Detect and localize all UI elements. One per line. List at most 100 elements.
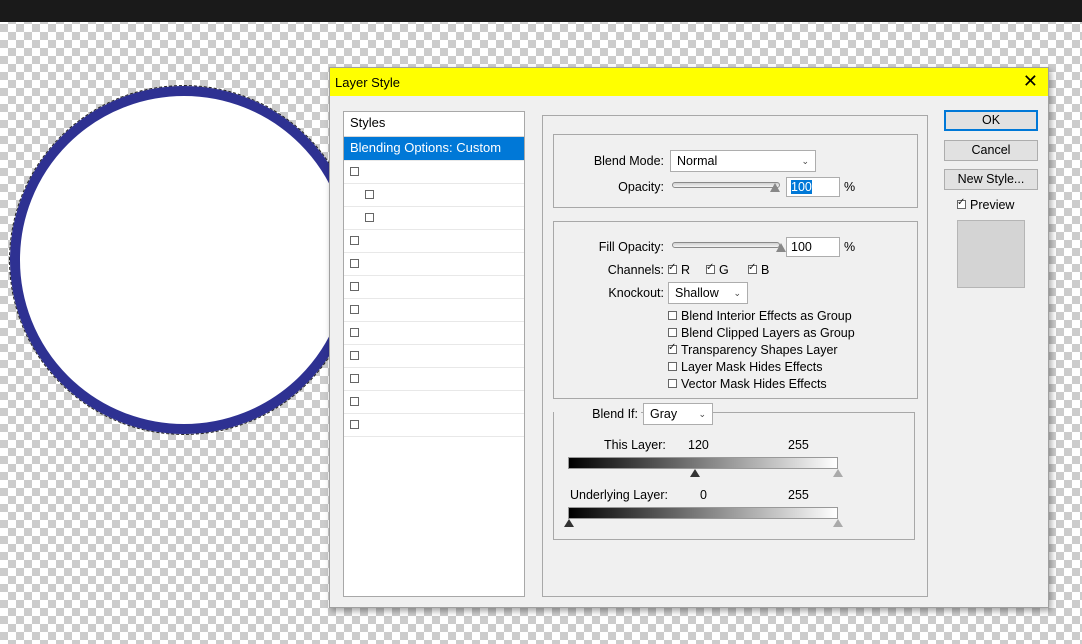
opacity-percent: % (844, 180, 856, 194)
option-transparency-shapes-layer[interactable]: Transparency Shapes Layer (668, 342, 838, 357)
dialog-title-bar[interactable]: Layer Style ✕ (330, 68, 1048, 96)
blend-if-value: Gray (650, 407, 678, 421)
opacity-slider-thumb[interactable] (770, 183, 780, 192)
styles-item[interactable] (344, 276, 524, 299)
this-layer-high-slider[interactable] (833, 469, 843, 477)
checkbox[interactable] (668, 311, 677, 321)
underlying-high-value: 255 (788, 488, 809, 502)
styles-item[interactable] (344, 345, 524, 368)
blend-mode-label: Blend Mode: (593, 154, 664, 168)
styles-item[interactable] (344, 414, 524, 437)
cancel-button[interactable]: Cancel (944, 140, 1038, 161)
chevron-down-icon: ⌄ (698, 409, 706, 419)
ok-button[interactable]: OK (944, 110, 1038, 131)
option-label: Layer Mask Hides Effects (681, 360, 823, 374)
option-vector-mask-hides-effects[interactable]: Vector Mask Hides Effects (668, 377, 827, 391)
style-checkbox[interactable] (350, 167, 359, 176)
style-checkbox[interactable] (350, 282, 359, 291)
chevron-down-icon: ⌄ (733, 288, 741, 298)
fill-opacity-label: Fill Opacity: (598, 240, 664, 254)
underlying-layer-label: Underlying Layer: (570, 488, 668, 502)
styles-item[interactable] (344, 230, 524, 253)
this-layer-gradient (568, 457, 838, 469)
underlying-high-slider[interactable] (833, 519, 843, 527)
checkbox[interactable] (748, 262, 757, 275)
style-preview-swatch (957, 220, 1025, 288)
canvas-circle-shape (9, 85, 359, 435)
style-checkbox[interactable] (350, 259, 359, 268)
option-label: Transparency Shapes Layer (681, 343, 838, 357)
this-layer-low-value: 120 (688, 438, 709, 452)
checkbox[interactable] (668, 379, 677, 389)
style-checkbox[interactable] (350, 236, 359, 245)
styles-item[interactable] (344, 161, 524, 184)
opacity-label: Opacity: (618, 180, 664, 194)
styles-item[interactable] (344, 184, 524, 207)
option-blend-clipped-layers[interactable]: Blend Clipped Layers as Group (668, 326, 855, 340)
channel-b-checkbox[interactable]: B (748, 262, 770, 277)
checkbox[interactable] (668, 328, 677, 338)
channel-r-checkbox[interactable]: R (668, 262, 690, 277)
preview-label: Preview (970, 198, 1015, 212)
channel-b-label: B (761, 263, 770, 277)
preview-checkbox[interactable]: Preview (957, 197, 1015, 212)
knockout-label: Knockout: (608, 286, 664, 300)
blend-mode-value: Normal (677, 154, 718, 168)
checkbox[interactable] (957, 197, 966, 210)
styles-list-header[interactable]: Styles (344, 112, 524, 137)
style-checkbox[interactable] (350, 328, 359, 337)
style-checkbox[interactable] (350, 420, 359, 429)
checkbox[interactable] (668, 342, 677, 355)
style-checkbox[interactable] (350, 305, 359, 314)
new-style-button[interactable]: New Style... (944, 169, 1038, 190)
blend-mode-select[interactable]: Normal ⌄ (670, 150, 816, 172)
knockout-select[interactable]: Shallow ⌄ (668, 282, 748, 304)
opacity-slider[interactable] (672, 182, 780, 188)
styles-item[interactable] (344, 207, 524, 230)
close-icon[interactable]: ✕ (1023, 71, 1038, 91)
styles-item[interactable] (344, 299, 524, 322)
channels-label: Channels: (607, 263, 664, 277)
style-checkbox[interactable] (365, 190, 374, 199)
opacity-value: 100 (791, 180, 812, 194)
knockout-value: Shallow (675, 286, 719, 300)
advanced-blending-group: Fill Opacity: 100 % Channels: R G B Knoc… (553, 221, 918, 399)
dialog-title: Layer Style (335, 75, 401, 90)
blend-if-label: Blend If: (554, 407, 641, 421)
app-top-bar (0, 0, 1082, 22)
option-blend-interior-effects[interactable]: Blend Interior Effects as Group (668, 309, 852, 323)
checkbox[interactable] (706, 262, 715, 275)
styles-item[interactable] (344, 368, 524, 391)
style-checkbox[interactable] (350, 351, 359, 360)
styles-item-blending-options[interactable]: Blending Options: Custom (344, 137, 524, 161)
checkbox[interactable] (668, 362, 677, 372)
layer-style-dialog: Layer Style ✕ Styles Blending Options: C… (329, 67, 1049, 608)
blending-options-panel: Blend Mode: Normal ⌄ Opacity: 100 % Fill… (542, 115, 928, 597)
option-layer-mask-hides-effects[interactable]: Layer Mask Hides Effects (668, 360, 823, 374)
fill-opacity-value: 100 (791, 240, 812, 254)
style-checkbox[interactable] (365, 213, 374, 222)
channel-g-checkbox[interactable]: G (706, 262, 729, 277)
blend-if-select[interactable]: Gray ⌄ (643, 403, 713, 425)
checkbox[interactable] (668, 262, 677, 275)
chevron-down-icon: ⌄ (801, 156, 809, 166)
fill-opacity-percent: % (844, 240, 856, 254)
underlying-low-value: 0 (700, 488, 707, 502)
styles-item[interactable] (344, 391, 524, 414)
style-checkbox[interactable] (350, 397, 359, 406)
fill-opacity-slider[interactable] (672, 242, 780, 248)
style-checkbox[interactable] (350, 374, 359, 383)
this-layer-high-value: 255 (788, 438, 809, 452)
fill-opacity-input[interactable]: 100 (786, 237, 840, 257)
underlying-low-slider[interactable] (564, 519, 574, 527)
styles-list: Styles Blending Options: Custom (343, 111, 525, 597)
styles-item[interactable] (344, 322, 524, 345)
underlying-layer-gradient (568, 507, 838, 519)
option-label: Vector Mask Hides Effects (681, 377, 827, 391)
this-layer-low-slider[interactable] (690, 469, 700, 477)
opacity-input[interactable]: 100 (786, 177, 840, 197)
general-blending-group: Blend Mode: Normal ⌄ Opacity: 100 % (553, 134, 918, 208)
fill-opacity-slider-thumb[interactable] (776, 243, 786, 252)
option-label: Blend Interior Effects as Group (681, 309, 852, 323)
styles-item[interactable] (344, 253, 524, 276)
